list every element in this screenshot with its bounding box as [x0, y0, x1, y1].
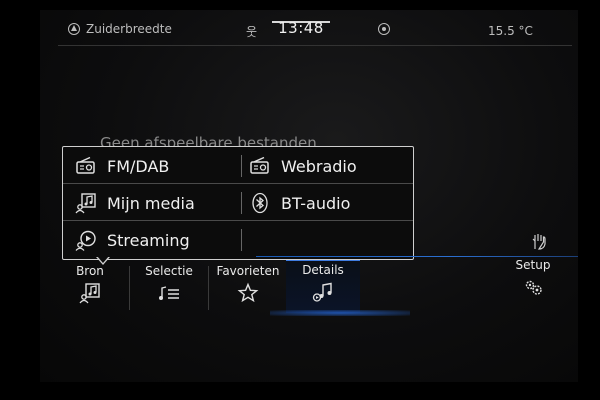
media-icon	[75, 193, 96, 214]
menu-col-divider	[241, 192, 242, 214]
status-bar: Zuiderbreedte 웃 13:48 15.5 °C	[40, 10, 578, 46]
location-indicator[interactable]: Zuiderbreedte	[68, 22, 172, 36]
hand-gesture-icon[interactable]	[530, 232, 548, 250]
menu-item-label: Webradio	[281, 156, 357, 176]
menu-row-divider	[63, 183, 413, 184]
tab-separator	[208, 266, 209, 310]
status-divider	[58, 45, 572, 46]
selection-list-icon	[159, 286, 179, 300]
menu-item-bt-audio[interactable]: BT-audio	[249, 186, 350, 220]
streaming-icon	[75, 230, 96, 251]
infotainment-screen: Zuiderbreedte 웃 13:48 15.5 °C Geen afspe…	[40, 10, 578, 382]
location-label: Zuiderbreedte	[86, 22, 172, 36]
clock: 13:48	[278, 19, 324, 37]
tab-label: Bron	[76, 264, 104, 278]
radio-icon	[76, 156, 95, 174]
tab-label: Setup	[515, 258, 551, 272]
outside-temperature: 15.5 °C	[488, 24, 533, 38]
tab-selectie[interactable]: Selectie	[132, 262, 206, 310]
menu-item-mijn-media[interactable]: Mijn media	[75, 186, 195, 220]
menu-item-label: Mijn media	[107, 193, 195, 213]
seat-person-icon: 웃	[246, 25, 258, 39]
tab-label: Details	[302, 263, 344, 277]
bottom-tab-bar: Bron Selectie Favorieten Details Setup	[40, 256, 578, 313]
menu-item-label: FM/DAB	[107, 156, 170, 176]
tab-setup[interactable]: Setup	[502, 256, 564, 304]
active-tab-glow	[270, 310, 410, 316]
navigation-icon	[68, 23, 80, 35]
menu-item-streaming[interactable]: Streaming	[75, 223, 190, 257]
source-popup-menu: FM/DAB Webradio Mijn media BT-audio Stre…	[62, 146, 414, 260]
webradio-icon	[250, 156, 269, 174]
gps-icon	[378, 23, 390, 35]
gears-icon	[525, 280, 542, 295]
tab-favorieten[interactable]: Favorieten	[210, 262, 286, 310]
menu-item-fm-dab[interactable]: FM/DAB	[75, 149, 169, 183]
tab-details[interactable]: Details	[286, 260, 360, 313]
menu-col-divider	[241, 229, 242, 251]
menu-item-label: Streaming	[107, 230, 190, 250]
menu-col-divider	[241, 155, 242, 177]
star-icon	[237, 282, 259, 303]
tab-label: Favorieten	[216, 264, 280, 278]
tab-bron[interactable]: Bron	[56, 262, 124, 310]
source-icon	[79, 283, 100, 304]
details-icon	[312, 282, 332, 302]
menu-row-divider	[63, 220, 413, 221]
bluetooth-icon	[252, 192, 268, 214]
tab-separator	[129, 266, 130, 310]
menu-item-webradio[interactable]: Webradio	[249, 149, 357, 183]
tab-label: Selectie	[145, 264, 193, 278]
menu-item-label: BT-audio	[281, 193, 351, 213]
